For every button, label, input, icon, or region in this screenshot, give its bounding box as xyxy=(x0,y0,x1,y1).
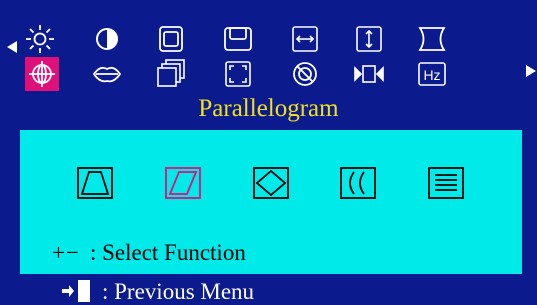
submenu-panel: +−: Select Function xyxy=(20,130,522,274)
rotation-icon[interactable] xyxy=(251,165,291,201)
parallelogram-icon[interactable] xyxy=(163,165,203,201)
frequency-hz-icon[interactable]: Hz xyxy=(415,57,449,91)
contrast-icon[interactable] xyxy=(90,22,124,56)
moire-icon[interactable] xyxy=(90,57,124,91)
brightness-icon[interactable] xyxy=(23,22,57,56)
help-select-function: +−: Select Function xyxy=(52,240,246,266)
help-separator: : xyxy=(102,279,109,304)
degauss-icon[interactable] xyxy=(288,57,322,91)
h-position-icon[interactable] xyxy=(154,22,188,56)
h-size-icon[interactable] xyxy=(288,22,322,56)
v-position-icon[interactable] xyxy=(221,22,255,56)
zoom-icon[interactable] xyxy=(221,57,255,91)
osd-menu: Hz Parallelogram +−: Select Function : P… xyxy=(0,0,537,304)
multi-window-icon[interactable] xyxy=(154,57,188,91)
geometry-icon[interactable] xyxy=(25,57,59,91)
right-arrow-icon[interactable] xyxy=(525,64,537,78)
left-arrow-icon[interactable] xyxy=(6,40,18,54)
hz-label: Hz xyxy=(423,67,440,83)
exit-icon xyxy=(62,280,90,302)
help-text-previous: Previous Menu xyxy=(114,279,255,304)
linearity-icon[interactable] xyxy=(426,165,466,201)
trapezoid-icon[interactable] xyxy=(75,165,115,201)
recall-icon[interactable] xyxy=(352,57,386,91)
v-size-icon[interactable] xyxy=(352,22,386,56)
help-text-select: Select Function xyxy=(102,240,246,265)
pincushion-icon[interactable] xyxy=(415,22,449,56)
pinbalance-icon[interactable] xyxy=(338,165,378,201)
help-separator: : xyxy=(89,240,97,265)
menu-title: Parallelogram xyxy=(198,95,339,122)
plus-minus-keys: +− xyxy=(52,240,80,265)
help-previous-menu: : Previous Menu xyxy=(60,279,254,305)
